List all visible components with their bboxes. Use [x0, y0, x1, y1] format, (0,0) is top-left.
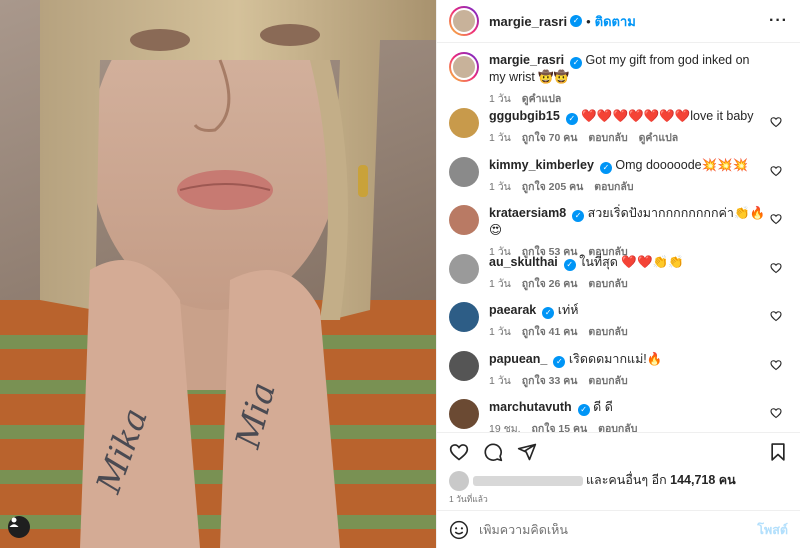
verified-icon: ✓ — [570, 15, 583, 27]
translate-link[interactable]: ดูคำแปล — [522, 93, 562, 105]
verified-icon: ✓ — [565, 113, 578, 125]
comment-time[interactable]: 1 วัน — [489, 278, 511, 290]
commenter-avatar[interactable] — [449, 399, 479, 429]
comment-row: papuean_ ✓ เริดดดมากแม่!🔥 1 วัน ถูกใจ 33 … — [449, 350, 788, 400]
comment-text: ดี ดี — [593, 400, 613, 414]
post-actions — [437, 432, 800, 470]
comment-like-heart-icon[interactable] — [770, 407, 782, 419]
comment-like-heart-icon[interactable] — [770, 310, 782, 322]
comment-like-heart-icon[interactable] — [770, 213, 782, 225]
dot-separator: • — [586, 13, 591, 29]
comment-time[interactable]: 1 วัน — [489, 375, 511, 387]
translate-link[interactable]: ดูคำแปล — [639, 132, 679, 144]
commenter-avatar[interactable] — [449, 156, 479, 187]
commenter-username[interactable]: paearak — [489, 303, 536, 317]
like-heart-icon[interactable] — [449, 442, 469, 462]
commenter-username[interactable]: gggubgib15 — [489, 109, 560, 123]
comment-likes[interactable]: ถูกใจ 26 คน — [522, 278, 578, 290]
comment-time[interactable]: 19 ชม. — [489, 423, 521, 432]
posted-time[interactable]: 1 วันที่แล้ว — [449, 492, 488, 506]
reply-button[interactable]: ตอบกลับ — [598, 423, 637, 432]
commenter-username[interactable]: kimmy_kimberley — [489, 158, 594, 172]
verified-icon: ✓ — [563, 258, 576, 271]
comment-time[interactable]: 1 วัน — [489, 326, 511, 338]
emoji-icon[interactable] — [449, 520, 469, 540]
commenter-username[interactable]: marchutavuth — [489, 400, 572, 414]
verified-icon: ✓ — [572, 210, 585, 222]
comment-likes[interactable]: ถูกใจ 33 คน — [522, 375, 578, 387]
comment-row: gggubgib15 ✓ ❤️❤️❤️❤️❤️❤️❤️love it baby 1… — [449, 108, 788, 157]
post-photo[interactable]: Mika Mia — [0, 0, 436, 548]
post-sidebar: margie_rasri ✓ • ติดตาม ··· margie_rasri… — [436, 0, 800, 548]
commenter-avatar[interactable] — [449, 302, 479, 332]
comment-time[interactable]: 1 วัน — [489, 132, 511, 144]
author-username[interactable]: margie_rasri — [489, 14, 567, 29]
verified-icon: ✓ — [577, 404, 590, 416]
comment-text: Omg dooooode💥💥💥 — [615, 157, 749, 172]
commenter-username[interactable]: au_skulthai — [489, 255, 558, 269]
commenter-avatar[interactable] — [449, 205, 479, 235]
comment-like-heart-icon[interactable] — [770, 116, 782, 128]
comment-row: au_skulthai ✓ ในที่สุด ❤️❤️👏👏 1 วัน ถูกใจ… — [449, 253, 788, 303]
commenter-avatar[interactable] — [449, 350, 479, 381]
comment-likes[interactable]: ถูกใจ 70 คน — [522, 132, 578, 144]
verified-icon: ✓ — [542, 307, 555, 319]
comment-composer: โพสต์ — [437, 510, 800, 548]
comment-like-heart-icon[interactable] — [770, 165, 782, 177]
comment-row: kimmy_kimberley ✓ Omg dooooode💥💥💥 1 วัน ถ… — [449, 156, 788, 206]
comments-list[interactable]: margie_rasri ✓ Got my gift from god inked… — [437, 44, 800, 432]
tagged-users-button[interactable] — [8, 516, 30, 538]
reply-button[interactable]: ตอบกลับ — [588, 375, 627, 387]
caption-avatar-ring[interactable] — [449, 52, 479, 82]
caption-username[interactable]: margie_rasri — [489, 53, 564, 67]
likes-others-label: และคนอื่นๆ อีก — [586, 473, 667, 487]
comment-time[interactable]: 1 วัน — [489, 181, 511, 193]
comment-like-heart-icon[interactable] — [770, 262, 782, 274]
reply-button[interactable]: ตอบกลับ — [588, 278, 627, 290]
commenter-username[interactable]: papuean_ — [489, 352, 547, 366]
comment-text: เริดดดมากแม่!🔥 — [568, 351, 663, 366]
comment-row: paearak ✓ เท่ห์ 1 วัน ถูกใจ 41 คน ตอบกลับ — [449, 302, 788, 351]
more-options-icon[interactable]: ··· — [769, 12, 788, 30]
caption-avatar — [451, 54, 477, 80]
save-bookmark-icon[interactable] — [768, 442, 788, 462]
likes-summary[interactable]: และคนอื่นๆ อีก 144,718 คน — [449, 470, 788, 491]
comment-row: marchutavuth ✓ ดี ดี 19 ชม. ถูกใจ 15 คน ต… — [449, 399, 788, 432]
reply-button[interactable]: ตอบกลับ — [588, 326, 627, 338]
post-header: margie_rasri ✓ • ติดตาม ··· — [437, 0, 800, 43]
user-icon — [9, 517, 19, 527]
verified-icon: ✓ — [599, 161, 612, 174]
comment-icon[interactable] — [483, 442, 503, 462]
comment-likes[interactable]: ถูกใจ 41 คน — [522, 326, 578, 338]
verified-icon: ✓ — [570, 57, 583, 69]
comment-text: ❤️❤️❤️❤️❤️❤️❤️love it baby — [581, 109, 754, 123]
comment-likes[interactable]: ถูกใจ 205 คน — [522, 181, 584, 193]
comment-likes[interactable]: ถูกใจ 15 คน — [531, 423, 587, 432]
liker-name-blurred — [473, 475, 583, 486]
reply-button[interactable]: ตอบกลับ — [588, 132, 627, 144]
reply-button[interactable]: ตอบกลับ — [594, 181, 633, 193]
commenter-avatar[interactable] — [449, 108, 479, 138]
photo-illustration: Mika Mia — [0, 0, 436, 548]
caption-row: margie_rasri ✓ Got my gift from god inked… — [449, 52, 788, 108]
share-icon[interactable] — [517, 442, 537, 462]
comment-like-heart-icon[interactable] — [770, 359, 782, 371]
post-comment-button[interactable]: โพสต์ — [757, 520, 788, 540]
commenter-avatar[interactable] — [449, 253, 479, 284]
comment-row: krataersiam8 ✓ สวยเริ่ดปังมากกกกกกกกค่า👏🔥… — [449, 205, 788, 258]
commenter-username[interactable]: krataersiam8 — [489, 206, 566, 220]
verified-icon: ✓ — [553, 355, 566, 368]
likes-count[interactable]: 144,718 คน — [670, 473, 736, 487]
caption-time[interactable]: 1 วัน — [489, 93, 511, 105]
author-avatar-ring[interactable] — [449, 6, 479, 36]
liker-avatar-blurred — [449, 470, 469, 491]
comment-text: เท่ห์ — [557, 303, 579, 317]
follow-button[interactable]: ติดตาม — [595, 11, 636, 32]
comment-input[interactable] — [479, 522, 758, 537]
author-avatar — [451, 8, 477, 34]
comment-text: ในที่สุด ❤️❤️👏👏 — [579, 254, 684, 269]
